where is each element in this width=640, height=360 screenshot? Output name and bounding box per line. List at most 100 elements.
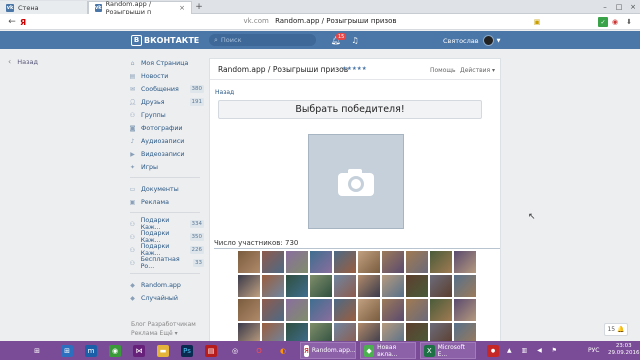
sidebar-item-group[interactable]: ⚇ Подарки Каж... 226: [128, 243, 204, 257]
participant-avatar[interactable]: [430, 251, 452, 273]
participant-avatar[interactable]: [406, 251, 428, 273]
minimize-icon[interactable]: –: [598, 0, 612, 13]
tab-label: Стена: [18, 3, 39, 12]
sidebar-item-messages[interactable]: ✉ Сообщения 380: [128, 84, 204, 94]
sidebar-item-random-app[interactable]: ◆ Random.app: [128, 280, 204, 290]
tray-recorder-icon[interactable]: ●: [486, 342, 500, 359]
taskbar-app-excel[interactable]: X Microsoft E...: [420, 342, 476, 359]
participants-divider: [214, 248, 500, 249]
sidebar-item-photos[interactable]: ◙ Фотографии: [128, 123, 204, 133]
close-tab-icon[interactable]: ×: [179, 4, 185, 12]
participant-avatar[interactable]: [334, 275, 356, 297]
participant-avatar[interactable]: [310, 275, 332, 297]
sidebar-item-my-page[interactable]: ⌂ Моя Страница: [128, 58, 204, 68]
footer-links-line[interactable]: Блог Разработчикам: [131, 320, 196, 329]
notifications-float-button[interactable]: 15 🔔: [604, 323, 628, 336]
taskbar-pin-m[interactable]: m: [82, 342, 100, 359]
taskbar-app-random[interactable]: Я Random.app...: [300, 342, 356, 359]
music-icon[interactable]: ♫: [349, 34, 361, 46]
participant-avatar[interactable]: [262, 275, 284, 297]
participant-avatar[interactable]: [262, 299, 284, 321]
participant-avatar[interactable]: [238, 275, 260, 297]
participant-avatar[interactable]: [358, 251, 380, 273]
new-tab-button[interactable]: +: [193, 1, 205, 13]
sidebar-divider: [130, 177, 200, 178]
sidebar-item-random[interactable]: ◆ Случайный: [128, 293, 204, 303]
opera-icon: O: [256, 346, 262, 355]
sidebar-item-games[interactable]: ✦ Игры: [128, 162, 204, 172]
taskbar-pin-pdf[interactable]: ▤: [202, 342, 220, 359]
participant-avatar[interactable]: [286, 251, 308, 273]
browser-tab-random-app[interactable]: vk Random.app / Розыгрыши п ×: [88, 0, 192, 16]
left-back-link[interactable]: ‹ Назад: [8, 57, 38, 66]
help-link[interactable]: Помощь: [430, 67, 456, 74]
pdf-icon: ▤: [205, 344, 217, 357]
choose-winner-button[interactable]: Выбрать победителя!: [218, 100, 482, 119]
actions-menu[interactable]: Действия ▾: [460, 67, 495, 74]
participant-avatar[interactable]: [310, 299, 332, 321]
participant-avatar[interactable]: [334, 299, 356, 321]
participant-avatar[interactable]: [406, 275, 428, 297]
yandex-icon[interactable]: ◉: [610, 17, 620, 27]
browser-tab-wall[interactable]: vk Стена: [0, 1, 88, 14]
participant-avatar[interactable]: [382, 299, 404, 321]
participant-avatar[interactable]: [454, 275, 476, 297]
taskbar-app-newtab[interactable]: ◆ Новая вкла...: [360, 342, 416, 359]
participant-avatar[interactable]: [382, 251, 404, 273]
sidebar-item-video[interactable]: ▶ Видеозаписи: [128, 149, 204, 159]
taskbar-pin-opera[interactable]: O: [250, 342, 268, 359]
participant-avatar[interactable]: [454, 251, 476, 273]
sidebar-item-audio[interactable]: ♪ Аудиозаписи: [128, 136, 204, 146]
app-back-link[interactable]: Назад: [215, 89, 234, 96]
participant-avatar[interactable]: [454, 299, 476, 321]
taskbar-pin-firefox[interactable]: ◐: [274, 342, 292, 359]
friends-icon: 👤︎: [128, 98, 137, 106]
participant-avatar[interactable]: [334, 251, 356, 273]
participant-avatar[interactable]: [406, 299, 428, 321]
taskbar-pin-photoshop[interactable]: Ps: [178, 342, 196, 359]
sidebar-item-groups[interactable]: ⚇ Группы: [128, 110, 204, 120]
participant-avatar[interactable]: [286, 299, 308, 321]
participant-avatar[interactable]: [238, 299, 260, 321]
sidebar-item-ads[interactable]: ▣ Реклама: [128, 197, 204, 207]
yandex-browser-icon: Я: [304, 344, 309, 357]
participant-avatar[interactable]: [286, 275, 308, 297]
tray-clock[interactable]: 23:03 29.09.2016: [608, 343, 640, 357]
footer-links-line[interactable]: Реклама Ещё ▾: [131, 329, 196, 338]
participant-avatar[interactable]: [430, 299, 452, 321]
bookmark-icon[interactable]: ▣: [532, 17, 542, 27]
sidebar-item-group[interactable]: ⚇ Подарки Каж... 334: [128, 217, 204, 231]
participant-avatar[interactable]: [382, 275, 404, 297]
tray-language[interactable]: РУС: [588, 347, 599, 354]
extension-icon[interactable]: ✓: [598, 17, 608, 27]
maximize-icon[interactable]: □: [612, 0, 626, 13]
url-field[interactable]: vk.com Random.app / Розыгрыши призов: [0, 17, 640, 25]
user-menu[interactable]: Святослав ▼: [443, 35, 500, 46]
sidebar-item-friends[interactable]: 👤︎ Друзья 191: [128, 97, 204, 107]
participant-avatar[interactable]: [358, 275, 380, 297]
sidebar-item-documents[interactable]: ▭ Документы: [128, 184, 204, 194]
download-icon[interactable]: ⬇: [624, 17, 634, 27]
taskbar-pin-windows[interactable]: ⊞: [58, 342, 76, 359]
group-icon: ⚇: [129, 246, 136, 254]
participant-avatar[interactable]: [358, 299, 380, 321]
tray-volume-icon: ◀: [537, 347, 542, 354]
chevron-down-icon: ▼: [496, 37, 501, 44]
participant-avatar[interactable]: [430, 275, 452, 297]
start-button[interactable]: ⊞: [28, 342, 46, 359]
participant-avatar[interactable]: [310, 251, 332, 273]
tray-icons[interactable]: ▲ ▥ ◀ ⚑: [502, 342, 562, 359]
taskbar-pin-vs[interactable]: ⋈: [130, 342, 148, 359]
taskbar-pin-chrome[interactable]: ◎: [226, 342, 244, 359]
taskbar-pin-green[interactable]: ◉: [106, 342, 124, 359]
sidebar-item-group[interactable]: ⚇ Бесплатная Ро... 33: [128, 256, 204, 270]
photo-placeholder: [308, 134, 404, 229]
window-close-icon[interactable]: ×: [626, 0, 640, 13]
taskbar-pin-explorer[interactable]: ▬: [154, 342, 172, 359]
participant-avatar[interactable]: [262, 251, 284, 273]
vk-logo[interactable]: В ВКОНТАКТЕ: [131, 34, 199, 46]
sidebar-item-group[interactable]: ⚇ Подарки Каж... 350: [128, 230, 204, 244]
participant-avatar[interactable]: [238, 251, 260, 273]
vk-search-input[interactable]: ⌕ Поиск: [209, 34, 316, 46]
sidebar-item-news[interactable]: ▤ Новости: [128, 71, 204, 81]
